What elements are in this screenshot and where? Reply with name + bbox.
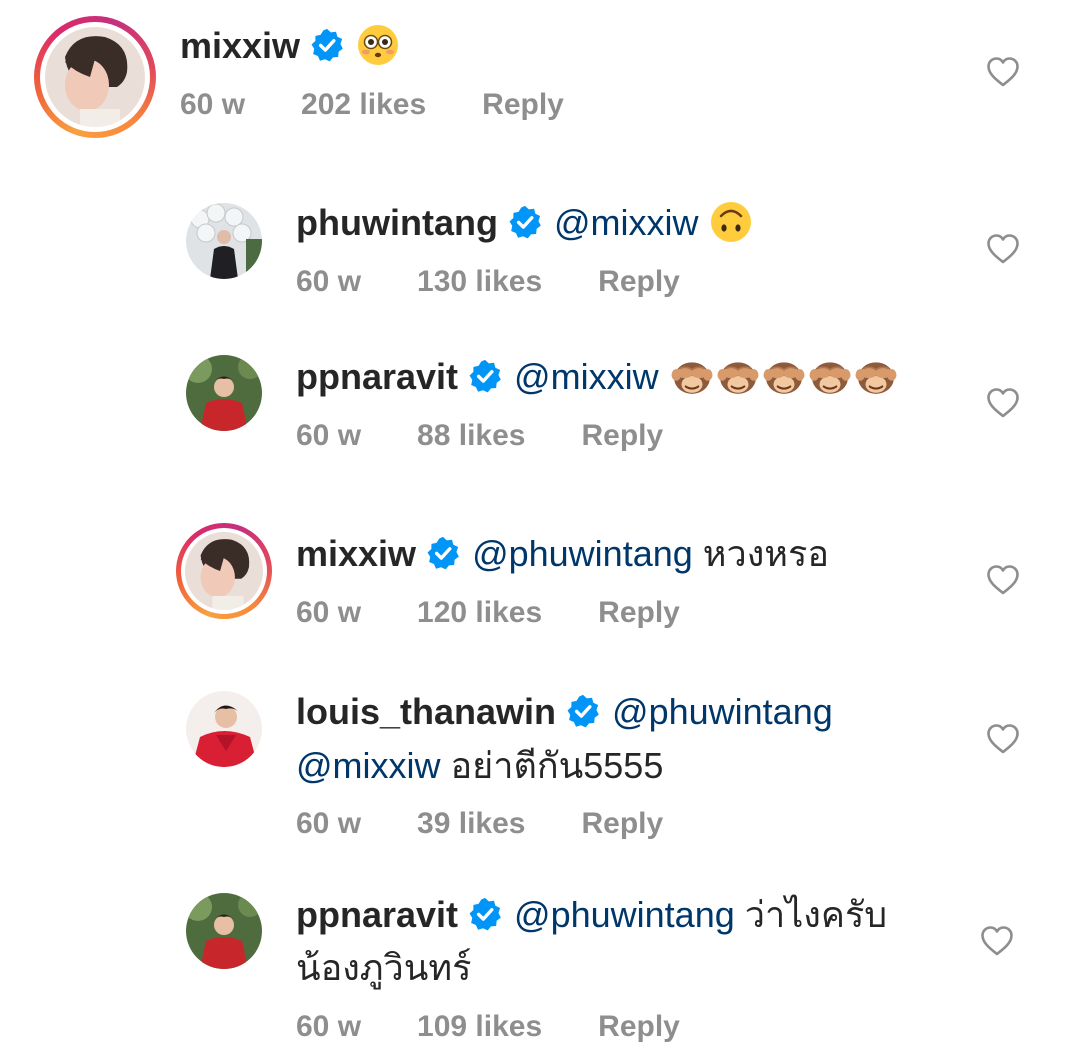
comment-timestamp: 60 w xyxy=(180,88,246,121)
mention-link[interactable]: @mixxiw xyxy=(296,745,441,786)
comment-text: mixxiw @phuwintang หวงหรอ xyxy=(296,532,829,576)
comment-text: mixxiw xyxy=(180,24,400,70)
heart-outline-icon[interactable] xyxy=(986,56,1020,88)
mention-link[interactable]: @mixxiw xyxy=(514,356,659,397)
comment-meta: 60 w 109 likes Reply xyxy=(296,1010,680,1044)
profile-photo-icon xyxy=(186,203,262,279)
avatar[interactable] xyxy=(186,355,262,431)
comment-body: หวงหรอ xyxy=(702,533,829,574)
username[interactable]: phuwintang xyxy=(296,202,498,243)
avatar[interactable] xyxy=(186,691,262,767)
reply-button[interactable]: Reply xyxy=(598,1010,680,1044)
likes-count[interactable]: 88 likes xyxy=(417,419,525,453)
likes-count[interactable]: 109 likes xyxy=(417,1010,542,1044)
mention-link[interactable]: @mixxiw xyxy=(554,202,699,243)
comment-meta: 60 w 39 likes Reply xyxy=(296,807,663,841)
verified-badge-icon xyxy=(468,359,502,393)
comment-text: ppnaravit @mixxiw xyxy=(296,355,899,400)
avatar[interactable] xyxy=(186,893,262,969)
reply-button[interactable]: Reply xyxy=(598,596,680,630)
heart-outline-icon[interactable] xyxy=(986,233,1020,265)
avatar[interactable] xyxy=(186,203,262,279)
comment-timestamp: 60 w xyxy=(296,1010,362,1043)
comment-body: อย่าตีกัน5555 xyxy=(450,745,664,786)
reply-button[interactable]: Reply xyxy=(598,265,680,299)
profile-photo-icon xyxy=(45,27,145,127)
heart-outline-icon[interactable] xyxy=(980,925,1014,957)
username[interactable]: mixxiw xyxy=(296,533,416,574)
see-no-evil-monkey-icon xyxy=(853,355,899,397)
comment-timestamp: 60 w xyxy=(296,596,362,629)
verified-badge-icon xyxy=(566,694,600,728)
comment-meta: 60 w 88 likes Reply xyxy=(296,419,663,453)
verified-badge-icon xyxy=(426,536,460,570)
username[interactable]: mixxiw xyxy=(180,25,300,66)
avatar[interactable] xyxy=(185,532,263,610)
heart-outline-icon[interactable] xyxy=(986,564,1020,596)
mention-link[interactable]: @phuwintang xyxy=(472,533,693,574)
verified-badge-icon xyxy=(508,205,542,239)
comment-text: louis_thanawin @phuwintang xyxy=(296,690,833,734)
likes-count[interactable]: 39 likes xyxy=(417,807,525,841)
likes-count[interactable]: 120 likes xyxy=(417,596,542,630)
likes-count[interactable]: 130 likes xyxy=(417,265,542,299)
comment-timestamp: 60 w xyxy=(296,265,362,298)
comment-meta: 60 w 130 likes Reply xyxy=(296,265,680,299)
comment-text-line2: @mixxiw อย่าตีกัน5555 xyxy=(296,744,663,788)
profile-photo-icon xyxy=(186,691,262,767)
profile-photo-icon xyxy=(186,355,262,431)
see-no-evil-monkey-icon xyxy=(715,355,761,397)
heart-outline-icon[interactable] xyxy=(986,387,1020,419)
upside-down-face-icon xyxy=(710,202,751,243)
username[interactable]: ppnaravit xyxy=(296,356,458,397)
verified-badge-icon xyxy=(468,897,502,931)
avatar[interactable] xyxy=(45,27,145,127)
mention-link[interactable]: @phuwintang xyxy=(514,894,735,935)
username[interactable]: louis_thanawin xyxy=(296,691,556,732)
comment-meta: 60 w 120 likes Reply xyxy=(296,596,680,630)
reply-button[interactable]: Reply xyxy=(482,88,564,122)
reply-button[interactable]: Reply xyxy=(581,807,663,841)
comment-body: ว่าไงครับ xyxy=(744,894,888,935)
comment-body-line2: น้องภูวินทร์ xyxy=(296,947,472,988)
profile-photo-icon xyxy=(186,893,262,969)
heart-outline-icon[interactable] xyxy=(986,723,1020,755)
comment-timestamp: 60 w xyxy=(296,807,362,840)
mention-link[interactable]: @phuwintang xyxy=(612,691,833,732)
profile-photo-icon xyxy=(185,532,263,610)
see-no-evil-monkey-icon xyxy=(807,355,853,397)
see-no-evil-monkey-icon xyxy=(761,355,807,397)
see-no-evil-monkey-icon xyxy=(669,355,715,397)
comment-meta: 60 w 202 likes Reply xyxy=(180,88,564,122)
comment-text: ppnaravit @phuwintang ว่าไงครับ xyxy=(296,893,887,937)
likes-count[interactable]: 202 likes xyxy=(301,88,426,122)
flushed-face-icon xyxy=(358,25,399,66)
reply-button[interactable]: Reply xyxy=(581,419,663,453)
username[interactable]: ppnaravit xyxy=(296,894,458,935)
comment-timestamp: 60 w xyxy=(296,419,362,452)
see-no-evil-monkey-emojis xyxy=(669,356,899,397)
verified-badge-icon xyxy=(310,28,344,62)
comment-text: phuwintang @mixxiw xyxy=(296,201,753,247)
comment-text-line2: น้องภูวินทร์ xyxy=(296,946,471,990)
